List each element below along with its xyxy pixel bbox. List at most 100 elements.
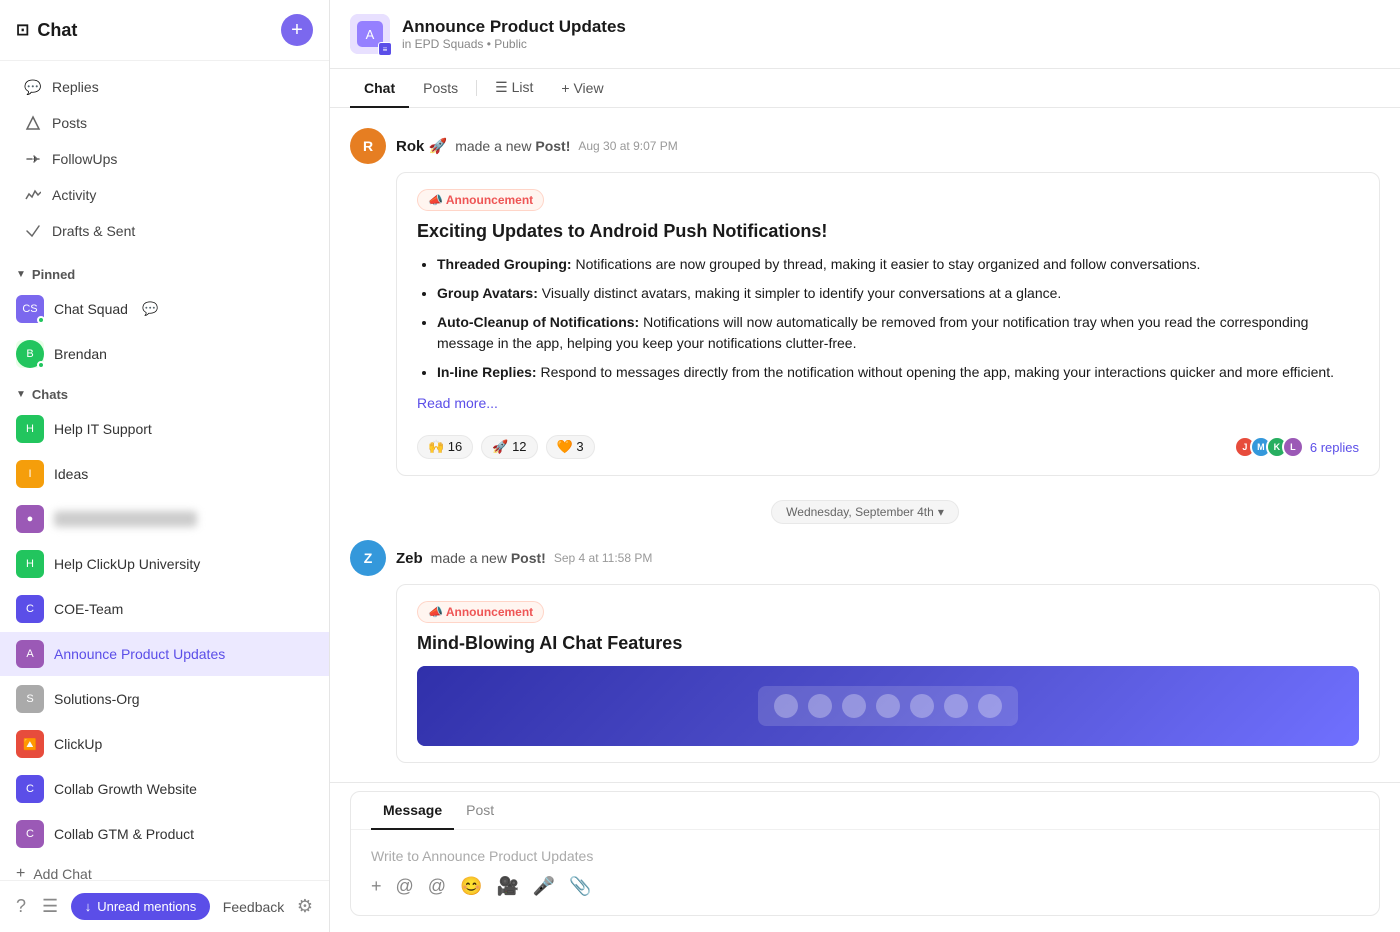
msg1-meta: Rok 🚀 made a new Post! Aug 30 at 9:07 PM	[396, 137, 678, 155]
post-image	[417, 666, 1359, 746]
sidebar-item-activity[interactable]: Activity	[8, 178, 321, 212]
drafts-label: Drafts & Sent	[52, 223, 135, 239]
channel-name: Announce Product Updates	[402, 17, 1380, 37]
sidebar-item-collab-growth[interactable]: C Collab Growth Website	[0, 767, 329, 811]
msg2-author: Zeb	[396, 550, 423, 567]
sidebar-item-announce[interactable]: A Announce Product Updates	[0, 632, 329, 676]
collab-growth-name: Collab Growth Website	[54, 781, 197, 797]
input-placeholder[interactable]: Write to Announce Product Updates	[371, 840, 1359, 872]
msg2-avatar: Z	[350, 540, 386, 576]
tab-chat[interactable]: Chat	[350, 70, 409, 108]
pinned-section-header[interactable]: ▼ Pinned	[0, 257, 329, 286]
activity-label: Activity	[52, 187, 96, 203]
activity-icon	[24, 186, 42, 204]
help-icon[interactable]: ?	[16, 896, 26, 917]
followups-icon	[24, 150, 42, 168]
date-text: Wednesday, September 4th	[786, 505, 934, 519]
collab-gtm-avatar: C	[16, 820, 44, 848]
tab-view[interactable]: + View	[547, 70, 617, 108]
at-icon[interactable]: @	[396, 876, 414, 897]
sidebar-item-ideas[interactable]: I Ideas	[0, 452, 329, 496]
msg2-time: Sep 4 at 11:58 PM	[554, 551, 653, 565]
add-button[interactable]: +	[281, 14, 313, 46]
sidebar-item-collab-gtm[interactable]: C Collab GTM & Product	[0, 812, 329, 856]
message-header-1: R Rok 🚀 made a new Post! Aug 30 at 9:07 …	[350, 128, 1380, 164]
reply-avatar: L	[1282, 436, 1304, 458]
sidebar-scroll: 💬 Replies Posts FollowUps Activity	[0, 61, 329, 880]
sidebar-item-brendan[interactable]: B Brendan	[0, 332, 329, 376]
sidebar-item-drafts[interactable]: Drafts & Sent	[8, 214, 321, 248]
post-title-1: Exciting Updates to Android Push Notific…	[417, 221, 1359, 242]
msg1-time: Aug 30 at 9:07 PM	[578, 139, 677, 153]
tab-divider	[476, 80, 477, 96]
sidebar-title-text: Chat	[37, 20, 77, 41]
read-more-link-1[interactable]: Read more...	[417, 395, 1359, 411]
reply-count-1[interactable]: 6 replies	[1310, 440, 1359, 455]
input-box: Write to Announce Product Updates + @ @ …	[351, 830, 1379, 915]
announcement-badge-1: 📣 Announcement	[417, 189, 544, 211]
mention-icon[interactable]: @	[428, 876, 446, 897]
post-list-1: Threaded Grouping: Notifications are now…	[417, 254, 1359, 383]
sidebar-item-blurred[interactable]: ● ██████ ████████	[0, 497, 329, 541]
attachment-icon[interactable]: 📎	[569, 876, 591, 897]
reaction-heart[interactable]: 🧡 3	[546, 435, 595, 459]
followups-label: FollowUps	[52, 151, 117, 167]
announcement-badge-2: 📣 Announcement	[417, 601, 544, 623]
msg2-meta: Zeb made a new Post! Sep 4 at 11:58 PM	[396, 550, 652, 567]
coe-name: COE-Team	[54, 601, 123, 617]
input-actions: + @ @ 😊 🎥 🎤 📎	[371, 872, 1359, 901]
blurred-name: ██████ ████████	[54, 511, 197, 527]
input-tab-message[interactable]: Message	[371, 792, 454, 830]
add-chat-label: Add Chat	[33, 866, 91, 880]
sidebar-item-help-it[interactable]: H Help IT Support	[0, 407, 329, 451]
sidebar-item-solutions[interactable]: S Solutions-Org	[0, 677, 329, 721]
reaction-rocket[interactable]: 🚀 12	[481, 435, 537, 459]
channel-sub: in EPD Squads • Public	[402, 37, 1380, 51]
list-icon[interactable]: ☰	[42, 896, 58, 917]
message-header-2: Z Zeb made a new Post! Sep 4 at 11:58 PM	[350, 540, 1380, 576]
replies-icon: 💬	[24, 78, 42, 96]
plus-icon[interactable]: +	[371, 876, 382, 897]
message-input-area: Message Post Write to Announce Product U…	[330, 782, 1400, 932]
msg1-avatar: R	[350, 128, 386, 164]
sidebar-item-followups[interactable]: FollowUps	[8, 142, 321, 176]
sidebar-item-posts[interactable]: Posts	[8, 106, 321, 140]
tab-posts[interactable]: Posts	[409, 70, 472, 108]
video-icon[interactable]: 🎥	[497, 876, 519, 897]
post-list-item: In-line Replies: Respond to messages dir…	[437, 362, 1359, 383]
sidebar-nav: 💬 Replies Posts FollowUps Activity	[0, 61, 329, 257]
msg1-author: Rok 🚀	[396, 137, 447, 155]
main-header: A ≡ Announce Product Updates in EPD Squa…	[330, 0, 1400, 69]
post-title-2: Mind-Blowing AI Chat Features	[417, 633, 1359, 654]
posts-label: Posts	[52, 115, 87, 131]
sidebar-item-clickup[interactable]: 🔼 ClickUp	[0, 722, 329, 766]
add-chat-button[interactable]: + Add Chat	[0, 857, 329, 880]
input-tab-post[interactable]: Post	[454, 792, 506, 830]
settings-icon[interactable]: ⚙	[297, 896, 313, 917]
solutions-avatar: S	[16, 685, 44, 713]
sidebar-item-coe[interactable]: C COE-Team	[0, 587, 329, 631]
help-it-name: Help IT Support	[54, 421, 152, 437]
chat-squad-name: Chat Squad	[54, 301, 128, 317]
emoji-icon[interactable]: 😊	[460, 876, 482, 897]
tab-list[interactable]: ☰ List	[481, 69, 547, 108]
sidebar-item-replies[interactable]: 💬 Replies	[8, 70, 321, 104]
main-content: A ≡ Announce Product Updates in EPD Squa…	[330, 0, 1400, 932]
sidebar-title: ⊡ Chat	[16, 20, 77, 41]
mic-icon[interactable]: 🎤	[533, 876, 555, 897]
date-pill[interactable]: Wednesday, September 4th ▾	[771, 500, 959, 524]
sidebar: ⊡ Chat + 💬 Replies Posts FollowUps	[0, 0, 330, 932]
help-it-avatar: H	[16, 415, 44, 443]
msg1-action: made a new Post!	[455, 138, 570, 154]
ideas-avatar: I	[16, 460, 44, 488]
feedback-label[interactable]: Feedback	[223, 899, 284, 915]
sidebar-item-chat-squad[interactable]: CS Chat Squad 💬	[0, 287, 329, 331]
unread-arrow-icon: ↓	[85, 899, 92, 914]
list-tab-icon: ☰	[495, 79, 511, 95]
sidebar-item-help-clickup[interactable]: H Help ClickUp University	[0, 542, 329, 586]
help-clickup-avatar: H	[16, 550, 44, 578]
reaction-clap[interactable]: 🙌 16	[417, 435, 473, 459]
chats-section-header[interactable]: ▼ Chats	[0, 377, 329, 406]
unread-mentions-button[interactable]: ↓ Unread mentions	[71, 893, 211, 920]
input-tabs: Message Post	[351, 792, 1379, 830]
